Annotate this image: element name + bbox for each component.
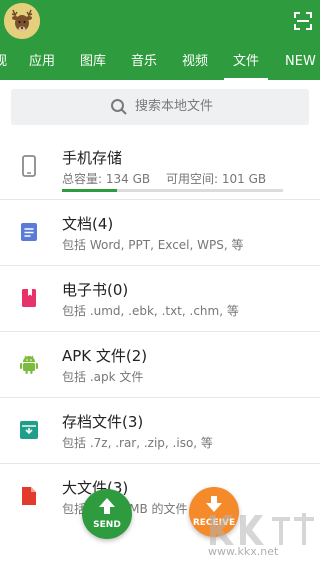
storage-title: 手机存储 [62, 149, 123, 167]
archive-icon [20, 421, 38, 439]
category-title: 存档文件(3) [62, 413, 144, 431]
upload-arrow-icon [99, 498, 115, 514]
category-description: 包括 .7z, .rar, .zip, .iso, 等 [62, 436, 213, 450]
category-row-apk[interactable]: APK 文件(2) 包括 .apk 文件 [0, 332, 320, 398]
storage-usage-bar [62, 189, 283, 192]
storage-total: 总容量: 134 GB [62, 172, 151, 186]
category-row-documents[interactable]: 文档(4) 包括 Word, PPT, Excel, WPS, 等 [0, 200, 320, 266]
watermark-url: www.kkx.net [208, 545, 279, 558]
scan-icon [294, 12, 312, 30]
document-icon [21, 223, 37, 241]
phone-storage-row[interactable]: 手机存储 总容量: 134 GB 可用空间: 101 GB [0, 134, 320, 200]
category-tabs: 视 应用 图库 音乐 视频 文件 NEW [0, 44, 320, 80]
category-title: APK 文件(2) [62, 347, 148, 365]
category-row-ebooks[interactable]: 电子书(0) 包括 .umd, .ebk, .txt, .chm, 等 [0, 266, 320, 332]
category-description: 包括 .umd, .ebk, .txt, .chm, 等 [62, 304, 239, 318]
storage-free: 可用空间: 101 GB [166, 172, 267, 186]
search-area: 搜索本地文件 [0, 80, 320, 134]
storage-usage-fill [62, 189, 118, 192]
send-button[interactable]: SEND [82, 489, 132, 539]
tab-files[interactable]: 文件 [233, 53, 259, 71]
category-description: 包括 Word, PPT, Excel, WPS, 等 [62, 238, 244, 252]
tab-partial[interactable]: 视 [0, 53, 7, 71]
category-title: 文档(4) [62, 215, 114, 233]
scan-button[interactable] [292, 10, 314, 32]
search-input[interactable]: 搜索本地文件 [11, 89, 309, 125]
large-file-icon [22, 487, 36, 505]
tab-gallery[interactable]: 图库 [80, 53, 106, 71]
tab-apps[interactable]: 应用 [29, 53, 55, 71]
search-icon [111, 99, 127, 115]
send-label: SEND [93, 520, 121, 530]
ebook-icon [22, 289, 36, 307]
tab-new[interactable]: NEW [285, 53, 316, 71]
tab-music[interactable]: 音乐 [131, 53, 157, 71]
android-icon [20, 355, 38, 374]
tab-videos[interactable]: 视频 [182, 53, 208, 71]
category-row-archives[interactable]: 存档文件(3) 包括 .7z, .rar, .zip, .iso, 等 [0, 398, 320, 464]
app-header: 视 应用 图库 音乐 视频 文件 NEW [0, 0, 320, 80]
phone-icon [22, 155, 36, 177]
deer-avatar-icon [4, 3, 40, 39]
search-placeholder: 搜索本地文件 [135, 99, 214, 114]
avatar[interactable] [4, 3, 40, 39]
category-description: 包括 .apk 文件 [62, 370, 144, 384]
category-title: 电子书(0) [62, 281, 129, 299]
